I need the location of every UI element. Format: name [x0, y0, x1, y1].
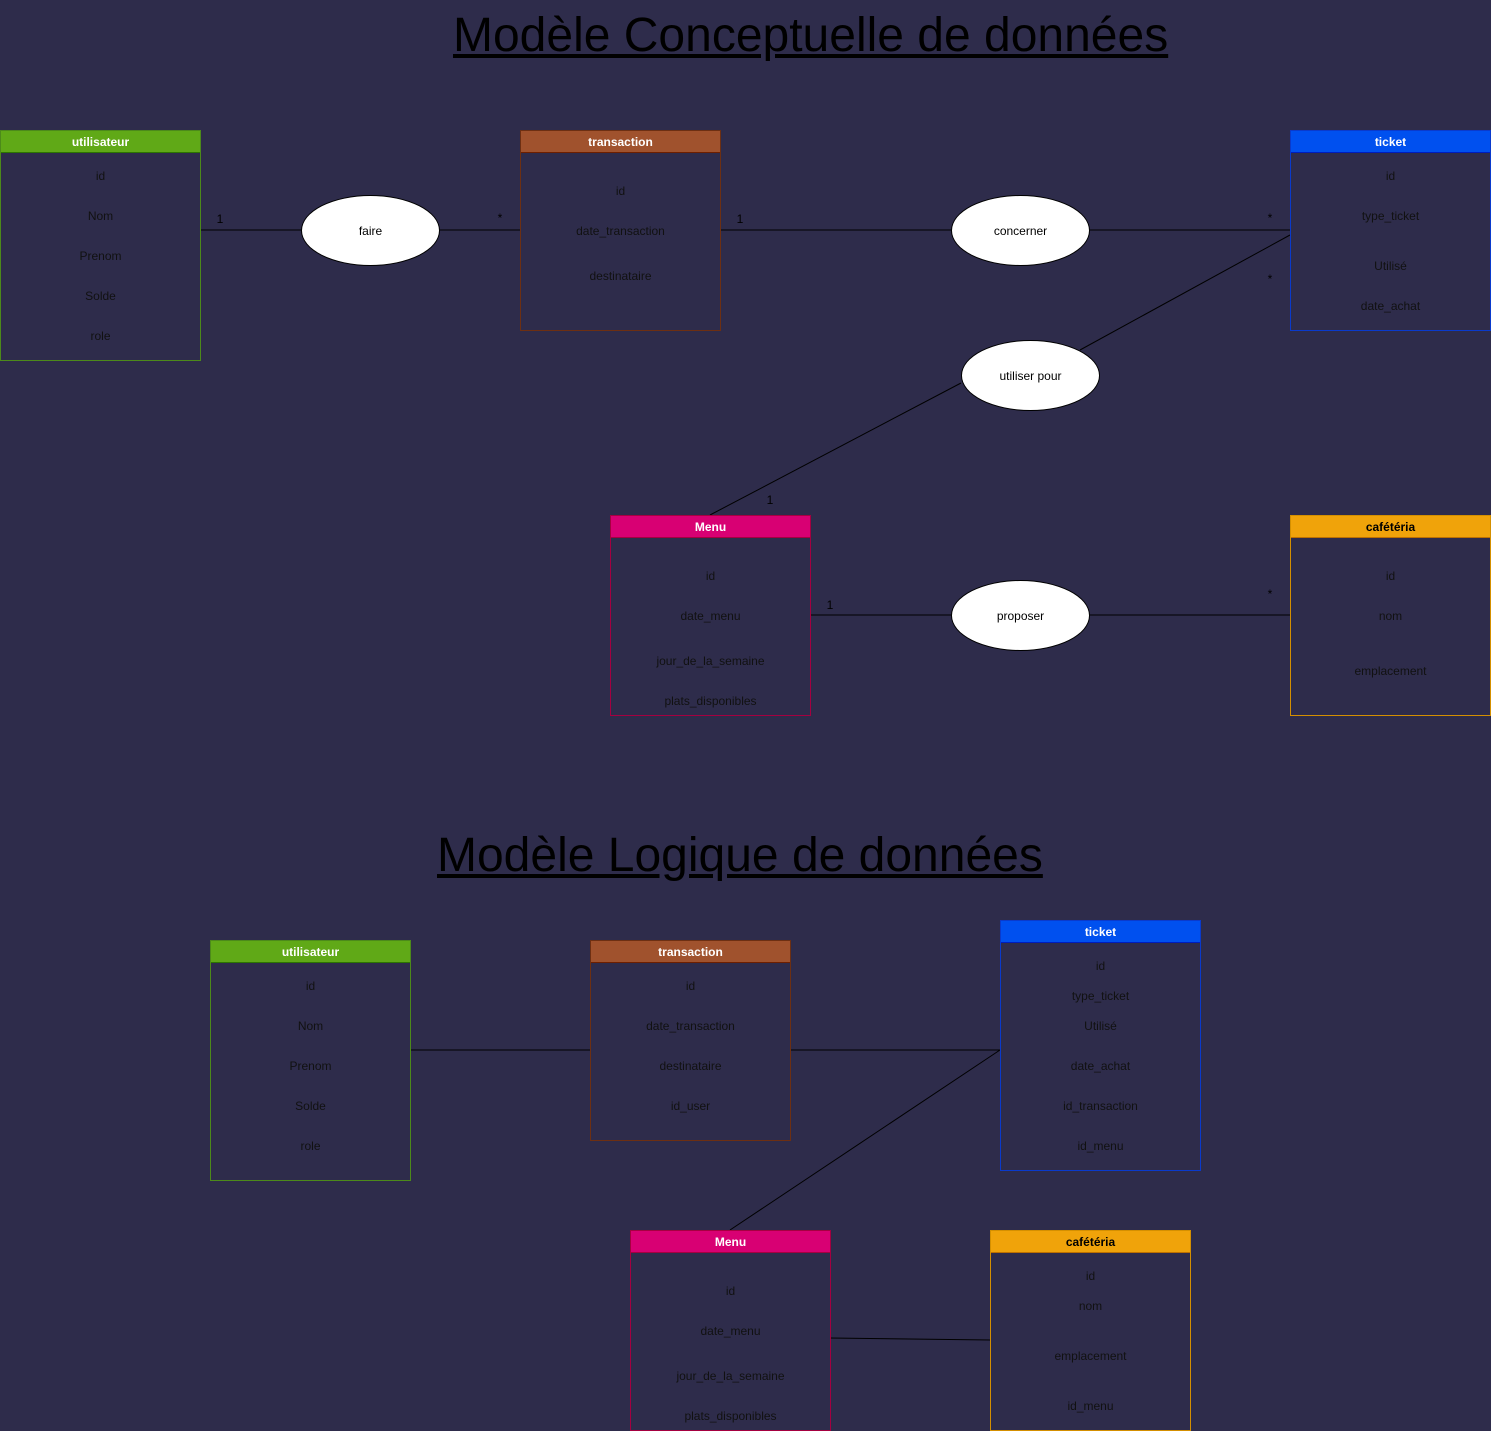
entity-field: id	[305, 979, 316, 993]
entity-field: id_user	[670, 1099, 711, 1113]
entity-field: id_menu	[1077, 1139, 1124, 1153]
entity-field: id_menu	[1067, 1399, 1114, 1413]
mcd-entity-ticket[interactable]: ticket id type_ticket Utilisé date_achat	[1290, 130, 1491, 331]
entity-field: plats_disponibles	[664, 694, 757, 708]
cardinality-label: 1	[736, 212, 744, 226]
mld-entity-utilisateur[interactable]: utilisateur id Nom Prenom Solde role	[210, 940, 411, 1181]
entity-header: Menu	[631, 1231, 830, 1253]
line-mld-menu-cafeteria	[829, 1337, 991, 1341]
entity-header: ticket	[1291, 131, 1490, 153]
association-faire[interactable]: faire	[301, 195, 440, 266]
entity-field: id	[685, 979, 696, 993]
entity-field: plats_disponibles	[684, 1409, 777, 1423]
entity-field: date_achat	[1360, 299, 1421, 313]
association-concerner[interactable]: concerner	[951, 195, 1090, 266]
entity-field: nom	[1078, 1299, 1103, 1313]
entity-field: id_transaction	[1063, 1099, 1138, 1113]
entity-field: Prenom	[79, 249, 122, 263]
mld-entity-cafeteria[interactable]: cafétéria id nom emplacement id_menu	[990, 1230, 1191, 1431]
entity-field: date_menu	[700, 1324, 761, 1338]
cardinality-label: *	[1267, 211, 1273, 225]
entity-header: utilisateur	[1, 131, 200, 153]
entity-field: id	[615, 184, 626, 198]
entity-field: Nom	[87, 209, 114, 223]
entity-field: id	[705, 569, 716, 583]
association-proposer[interactable]: proposer	[951, 580, 1090, 651]
entity-field: type_ticket	[1071, 989, 1130, 1003]
entity-field: jour_de_la_semaine	[676, 1369, 785, 1383]
entity-header: ticket	[1001, 921, 1200, 943]
entity-field: id	[1095, 959, 1106, 973]
entity-field: jour_de_la_semaine	[656, 654, 765, 668]
entity-field: role	[300, 1139, 321, 1153]
entity-field: destinataire	[589, 269, 652, 283]
entity-field: id	[725, 1284, 736, 1298]
entity-header: utilisateur	[211, 941, 410, 963]
entity-field: date_achat	[1070, 1059, 1131, 1073]
entity-field: id	[1385, 169, 1396, 183]
mcd-title: Modèle Conceptuelle de données	[453, 9, 1169, 62]
entity-header: Menu	[611, 516, 810, 538]
entity-header: transaction	[591, 941, 790, 963]
cardinality-label: *	[497, 211, 503, 225]
mcd-entity-utilisateur[interactable]: utilisateur id Nom Prenom Solde role	[0, 130, 201, 361]
entity-field: emplacement	[1054, 1349, 1127, 1363]
cardinality-label: *	[1267, 272, 1273, 286]
entity-header: cafétéria	[1291, 516, 1490, 538]
entity-field: role	[90, 329, 111, 343]
entity-field: date_menu	[680, 609, 741, 623]
mcd-entity-menu[interactable]: Menu id date_menu jour_de_la_semaine pla…	[610, 515, 811, 716]
entity-field: id	[1085, 1269, 1096, 1283]
mcd-entity-transaction[interactable]: transaction id date_transaction destinat…	[520, 130, 721, 331]
mcd-entity-cafeteria[interactable]: cafétéria id nom emplacement	[1290, 515, 1491, 716]
entity-field: Solde	[295, 1099, 326, 1113]
cardinality-label: *	[1267, 587, 1273, 601]
entity-field: Utilisé	[1374, 259, 1407, 273]
cardinality-label: 1	[826, 598, 834, 612]
entity-field: id	[95, 169, 106, 183]
entity-field: nom	[1378, 609, 1403, 623]
mld-entity-ticket[interactable]: ticket id type_ticket Utilisé date_achat…	[1000, 920, 1201, 1171]
entity-field: id	[1385, 569, 1396, 583]
mld-title: Modèle Logique de données	[437, 829, 1043, 882]
entity-field: type_ticket	[1361, 209, 1420, 223]
entity-field: Nom	[297, 1019, 324, 1033]
association-utiliser-pour[interactable]: utiliser pour	[961, 340, 1100, 411]
entity-field: emplacement	[1354, 664, 1427, 678]
cardinality-label: 1	[216, 212, 224, 226]
entity-field: date_transaction	[646, 1019, 735, 1033]
entity-field: Utilisé	[1084, 1019, 1117, 1033]
entity-field: date_transaction	[576, 224, 665, 238]
line-ticket-utiliser	[1079, 234, 1291, 351]
entity-field: destinataire	[659, 1059, 722, 1073]
cardinality-label: 1	[766, 493, 774, 507]
entity-header: cafétéria	[991, 1231, 1190, 1253]
mld-entity-transaction[interactable]: transaction id date_transaction destinat…	[590, 940, 791, 1141]
line-utiliser-menu	[709, 382, 962, 516]
mld-entity-menu[interactable]: Menu id date_menu jour_de_la_semaine pla…	[630, 1230, 831, 1431]
entity-field: Prenom	[289, 1059, 332, 1073]
entity-field: Solde	[85, 289, 116, 303]
entity-header: transaction	[521, 131, 720, 153]
